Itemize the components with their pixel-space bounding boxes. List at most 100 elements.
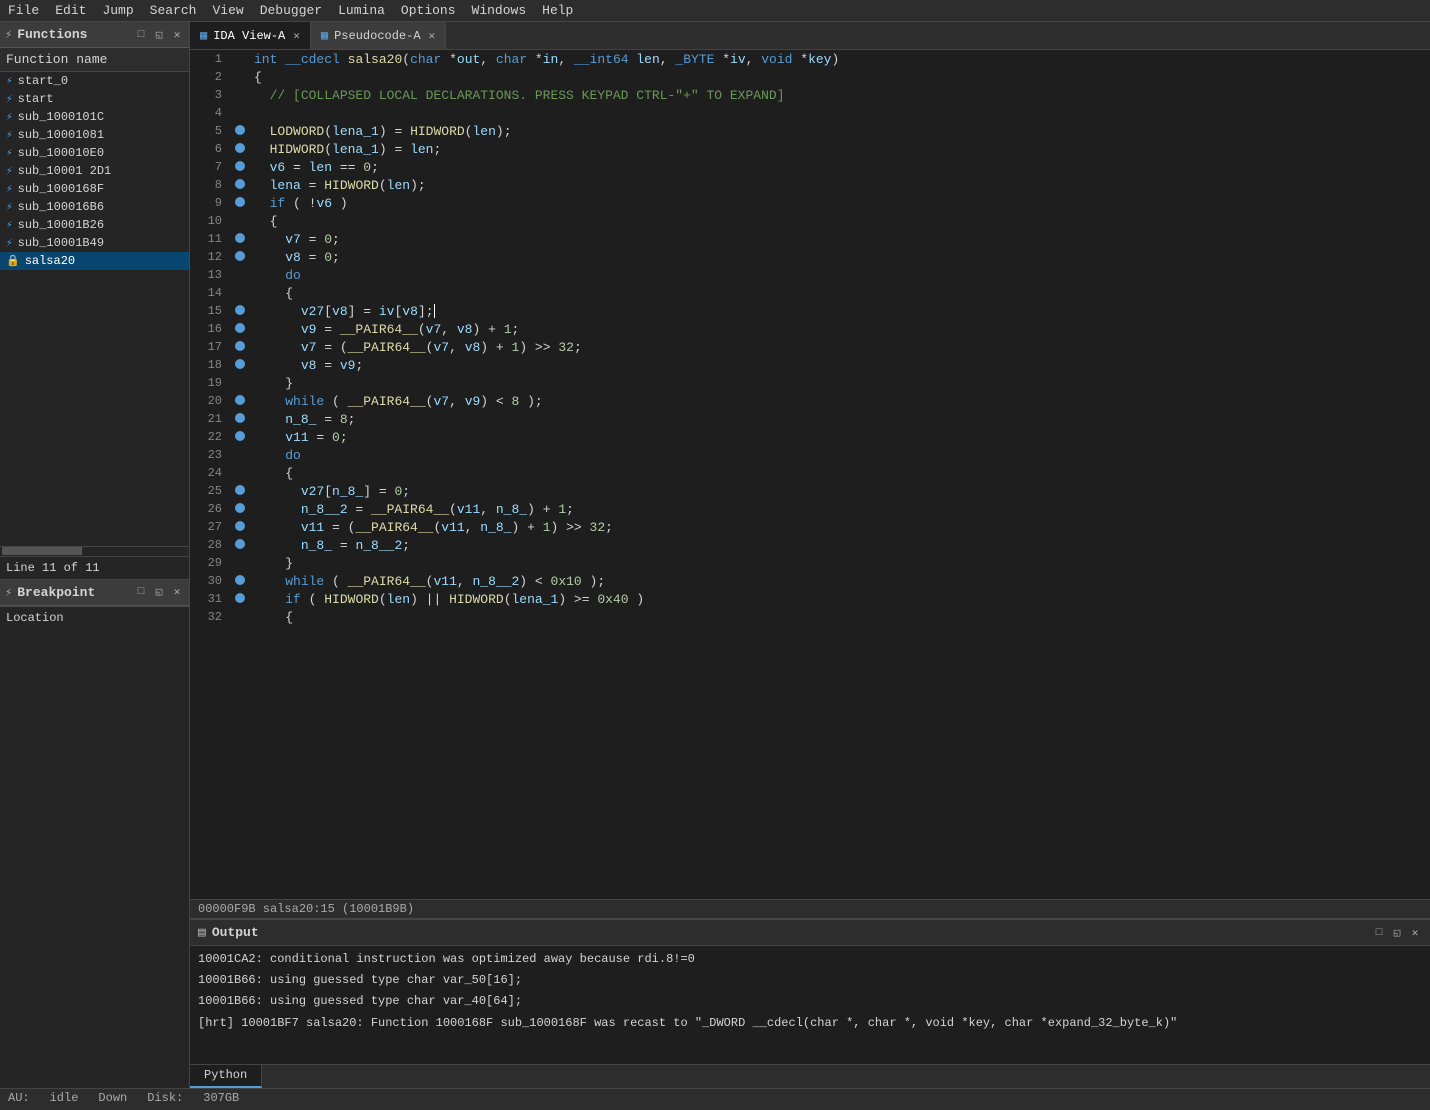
fn-item-sub_1000168F[interactable]: ⚡sub_1000168F: [0, 180, 189, 198]
table-row[interactable]: 23 do: [190, 446, 1430, 464]
code-line[interactable]: HIDWORD(lena_1) = len;: [250, 140, 1430, 158]
code-line[interactable]: v7 = 0;: [250, 230, 1430, 248]
code-line[interactable]: {: [250, 284, 1430, 302]
menu-view[interactable]: View: [204, 1, 251, 20]
code-line[interactable]: v9 = __PAIR64__(v7, v8) + 1;: [250, 320, 1430, 338]
functions-float-btn[interactable]: ◱: [152, 28, 166, 42]
tab-pseudocode-close[interactable]: ✕: [429, 29, 436, 43]
breakpoint-col[interactable]: [230, 50, 250, 68]
code-line[interactable]: {: [250, 68, 1430, 86]
output-pin-btn[interactable]: □: [1372, 926, 1386, 940]
table-row[interactable]: 4: [190, 104, 1430, 122]
breakpoint-col[interactable]: [230, 176, 250, 194]
fn-item-sub_1000101C[interactable]: ⚡sub_1000101C: [0, 108, 189, 126]
table-row[interactable]: 2{: [190, 68, 1430, 86]
breakpoint-col[interactable]: [230, 356, 250, 374]
breakpoint-col[interactable]: [230, 518, 250, 536]
table-row[interactable]: 9 if ( !v6 ): [190, 194, 1430, 212]
code-line[interactable]: }: [250, 554, 1430, 572]
menu-lumina[interactable]: Lumina: [330, 1, 393, 20]
code-line[interactable]: v27[n_8_] = 0;: [250, 482, 1430, 500]
code-line[interactable]: if ( HIDWORD(len) || HIDWORD(lena_1) >= …: [250, 590, 1430, 608]
breakpoint-col[interactable]: [230, 284, 250, 302]
code-line[interactable]: v27[v8] = iv[v8];: [250, 302, 1430, 320]
fn-item-sub_10001B49[interactable]: ⚡sub_10001B49: [0, 234, 189, 252]
tab-ida-view-close[interactable]: ✕: [293, 29, 300, 43]
menu-search[interactable]: Search: [142, 1, 205, 20]
code-line[interactable]: lena = HIDWORD(len);: [250, 176, 1430, 194]
breakpoint-col[interactable]: [230, 374, 250, 392]
functions-close-btn[interactable]: ✕: [170, 28, 184, 42]
code-line[interactable]: {: [250, 608, 1430, 626]
code-line[interactable]: do: [250, 266, 1430, 284]
code-line[interactable]: v11 = (__PAIR64__(v11, n_8_) + 1) >> 32;: [250, 518, 1430, 536]
fn-item-sub_10001B26[interactable]: ⚡sub_10001B26: [0, 216, 189, 234]
table-row[interactable]: 6 HIDWORD(lena_1) = len;: [190, 140, 1430, 158]
code-line[interactable]: {: [250, 212, 1430, 230]
table-row[interactable]: 29 }: [190, 554, 1430, 572]
fn-item-sub_100016B6[interactable]: ⚡sub_100016B6: [0, 198, 189, 216]
code-line[interactable]: [250, 104, 1430, 122]
code-line[interactable]: LODWORD(lena_1) = HIDWORD(len);: [250, 122, 1430, 140]
code-line[interactable]: int __cdecl salsa20(char *out, char *in,…: [250, 50, 1430, 68]
code-line[interactable]: v11 = 0;: [250, 428, 1430, 446]
breakpoint-col[interactable]: [230, 230, 250, 248]
table-row[interactable]: 32 {: [190, 608, 1430, 626]
breakpoint-col[interactable]: [230, 86, 250, 104]
table-row[interactable]: 28 n_8_ = n_8__2;: [190, 536, 1430, 554]
breakpoint-col[interactable]: [230, 446, 250, 464]
table-row[interactable]: 7 v6 = len == 0;: [190, 158, 1430, 176]
breakpoint-col[interactable]: [230, 608, 250, 626]
table-row[interactable]: 12 v8 = 0;: [190, 248, 1430, 266]
output-close-btn[interactable]: ✕: [1408, 926, 1422, 940]
fn-item-sub_100010E0[interactable]: ⚡sub_100010E0: [0, 144, 189, 162]
table-row[interactable]: 17 v7 = (__PAIR64__(v7, v8) + 1) >> 32;: [190, 338, 1430, 356]
breakpoint-col[interactable]: [230, 500, 250, 518]
menu-options[interactable]: Options: [393, 1, 464, 20]
menu-jump[interactable]: Jump: [94, 1, 141, 20]
code-line[interactable]: v8 = 0;: [250, 248, 1430, 266]
code-line[interactable]: v6 = len == 0;: [250, 158, 1430, 176]
menu-debugger[interactable]: Debugger: [252, 1, 330, 20]
table-row[interactable]: 20 while ( __PAIR64__(v7, v9) < 8 );: [190, 392, 1430, 410]
breakpoint-col[interactable]: [230, 428, 250, 446]
table-row[interactable]: 19 }: [190, 374, 1430, 392]
breakpoint-col[interactable]: [230, 122, 250, 140]
table-row[interactable]: 18 v8 = v9;: [190, 356, 1430, 374]
breakpoint-col[interactable]: [230, 266, 250, 284]
table-row[interactable]: 13 do: [190, 266, 1430, 284]
code-area[interactable]: 1int __cdecl salsa20(char *out, char *in…: [190, 50, 1430, 899]
fn-item-sub_10001081[interactable]: ⚡sub_10001081: [0, 126, 189, 144]
table-row[interactable]: 10 {: [190, 212, 1430, 230]
breakpoint-col[interactable]: [230, 338, 250, 356]
breakpoint-col[interactable]: [230, 68, 250, 86]
breakpoint-col[interactable]: [230, 590, 250, 608]
breakpoint-col[interactable]: [230, 248, 250, 266]
code-line[interactable]: v7 = (__PAIR64__(v7, v8) + 1) >> 32;: [250, 338, 1430, 356]
breakpoint-col[interactable]: [230, 194, 250, 212]
menu-windows[interactable]: Windows: [464, 1, 535, 20]
tab-pseudocode[interactable]: ▦ Pseudocode-A ✕: [311, 22, 446, 49]
breakpoint-col[interactable]: [230, 104, 250, 122]
bp-pin-btn[interactable]: □: [134, 585, 148, 599]
code-line[interactable]: n_8_ = n_8__2;: [250, 536, 1430, 554]
code-line[interactable]: // [COLLAPSED LOCAL DECLARATIONS. PRESS …: [250, 86, 1430, 104]
h-scroll-bar[interactable]: [2, 547, 82, 555]
bp-float-btn[interactable]: ◱: [152, 585, 166, 599]
menu-help[interactable]: Help: [534, 1, 581, 20]
tab-python[interactable]: Python: [190, 1065, 262, 1088]
breakpoint-col[interactable]: [230, 572, 250, 590]
table-row[interactable]: 14 {: [190, 284, 1430, 302]
fn-item-start[interactable]: ⚡start: [0, 90, 189, 108]
fn-item-salsa20[interactable]: 🔒salsa20: [0, 252, 189, 270]
table-row[interactable]: 16 v9 = __PAIR64__(v7, v8) + 1;: [190, 320, 1430, 338]
breakpoint-col[interactable]: [230, 302, 250, 320]
table-row[interactable]: 1int __cdecl salsa20(char *out, char *in…: [190, 50, 1430, 68]
menu-edit[interactable]: Edit: [47, 1, 94, 20]
code-line[interactable]: while ( __PAIR64__(v11, n_8__2) < 0x10 )…: [250, 572, 1430, 590]
bp-close-btn[interactable]: ✕: [170, 585, 184, 599]
code-line[interactable]: if ( !v6 ): [250, 194, 1430, 212]
fn-item-start_0[interactable]: ⚡start_0: [0, 72, 189, 90]
table-row[interactable]: 31 if ( HIDWORD(len) || HIDWORD(lena_1) …: [190, 590, 1430, 608]
code-line[interactable]: }: [250, 374, 1430, 392]
